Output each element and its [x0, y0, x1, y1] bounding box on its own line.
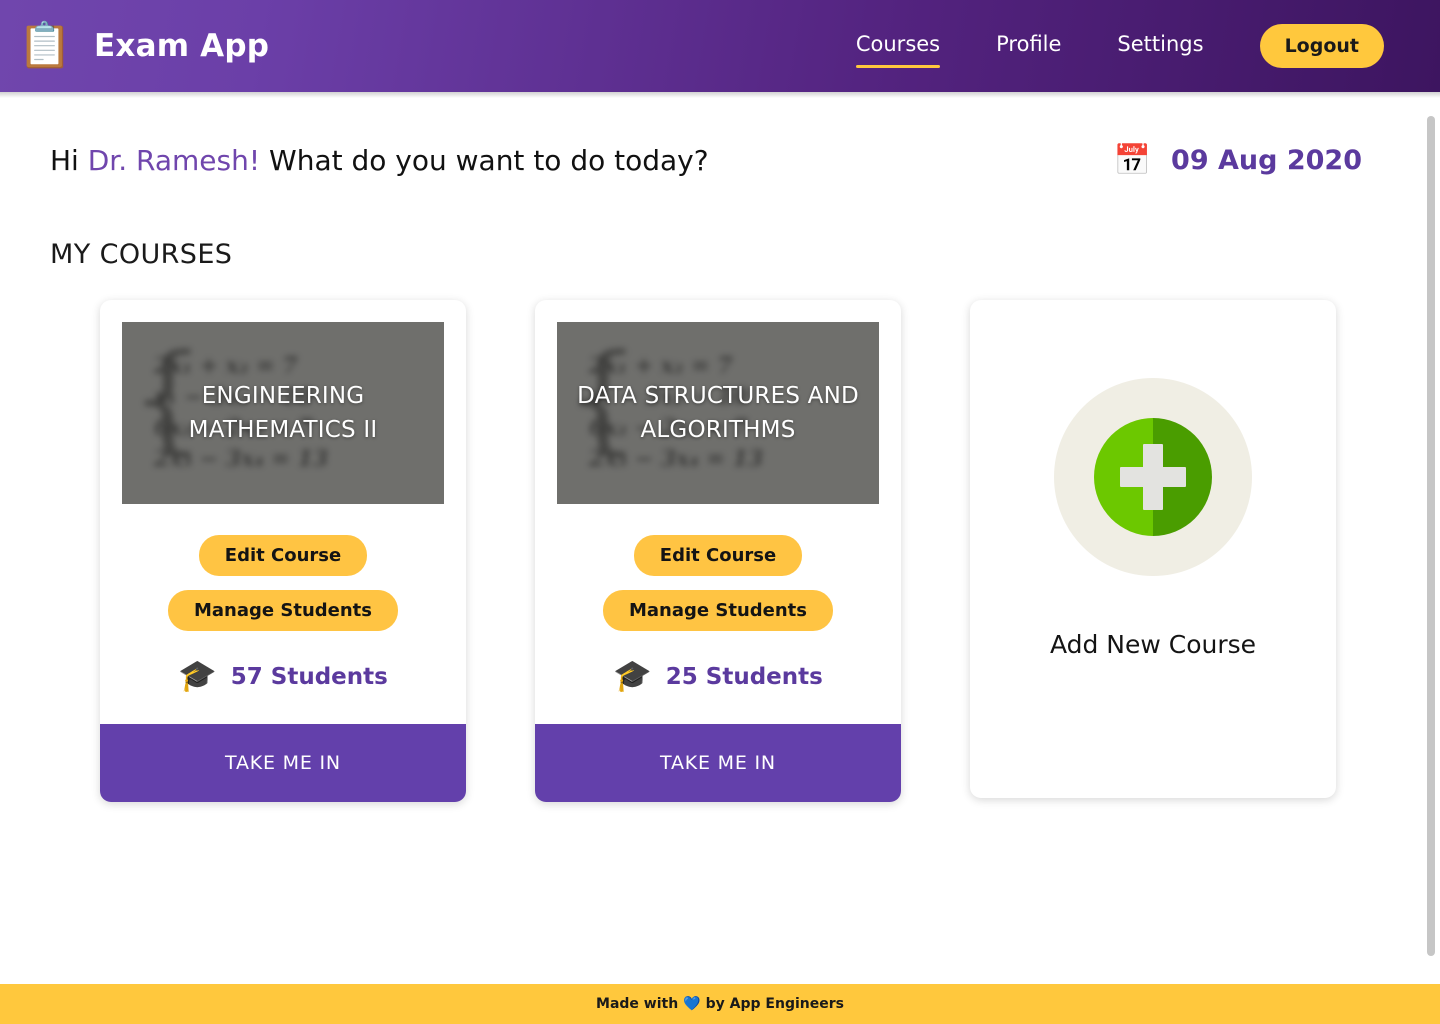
nav-item-settings[interactable]: Settings: [1117, 28, 1203, 65]
edit-course-button[interactable]: Edit Course: [633, 535, 803, 576]
greeting-question: What do you want to do today?: [260, 144, 709, 177]
logout-button[interactable]: Logout: [1259, 24, 1384, 68]
current-date: 📅 09 Aug 2020: [1114, 145, 1362, 176]
student-count-label: 57 Students: [230, 663, 388, 690]
course-card-body: { 2x₁ + x₂ = 7 x₁ − 3x₃ − 10 6x₂ − 2x₃ =…: [535, 300, 901, 724]
course-card-grid: { 2x₁ + x₂ = 7 x₁ − 3x₃ − 10 6x₂ − 2x₃ =…: [100, 300, 1440, 802]
take-me-in-button[interactable]: TAKE ME IN: [100, 724, 466, 802]
nav-item-profile[interactable]: Profile: [996, 28, 1061, 65]
course-card[interactable]: { 2x₁ + x₂ = 7 x₁ − 3x₃ − 10 6x₂ − 2x₃ =…: [100, 300, 466, 802]
graduation-cap-icon: 🎓: [178, 658, 217, 694]
add-new-course-card[interactable]: Add New Course: [970, 300, 1336, 798]
app-header: 📋 Exam App Courses Profile Settings Logo…: [0, 0, 1440, 92]
course-title: DATA STRUCTURES AND ALGORITHMS: [577, 382, 859, 444]
student-count-label: 25 Students: [665, 663, 823, 690]
header-shadow: [0, 92, 1440, 98]
blue-heart-icon: 💙: [683, 996, 701, 1012]
page-content: Hi Dr. Ramesh! What do you want to do to…: [0, 94, 1440, 984]
main-navigation: Courses Profile Settings Logout: [855, 24, 1440, 68]
plus-circle-icon[interactable]: [1094, 418, 1212, 536]
course-title: ENGINEERING MATHEMATICS II: [188, 382, 378, 444]
clipboard-icon: 📋: [17, 20, 73, 71]
greeting-user-name: Dr. Ramesh!: [87, 144, 261, 177]
course-thumbnail: { 2x₁ + x₂ = 7 x₁ − 3x₃ − 10 6x₂ − 2x₃ =…: [122, 322, 444, 504]
student-count: 🎓 25 Students: [613, 661, 823, 692]
scrollbar-thumb[interactable]: [1427, 116, 1435, 956]
section-title-my-courses: MY COURSES: [50, 239, 233, 270]
brand: 📋 Exam App: [18, 16, 269, 76]
manage-students-button[interactable]: Manage Students: [603, 590, 833, 631]
calendar-icon: 📅: [1113, 142, 1152, 178]
course-card[interactable]: { 2x₁ + x₂ = 7 x₁ − 3x₃ − 10 6x₂ − 2x₃ =…: [535, 300, 901, 802]
course-card-body: { 2x₁ + x₂ = 7 x₁ − 3x₃ − 10 6x₂ − 2x₃ =…: [100, 300, 466, 724]
edit-course-button[interactable]: Edit Course: [198, 535, 368, 576]
greeting-text: Hi Dr. Ramesh! What do you want to do to…: [50, 144, 709, 177]
footer-suffix: by App Engineers: [705, 996, 844, 1012]
site-footer: Made with 💙 by App Engineers: [0, 984, 1440, 1024]
manage-students-button[interactable]: Manage Students: [168, 590, 398, 631]
greeting-row: Hi Dr. Ramesh! What do you want to do to…: [0, 94, 1440, 177]
app-title: Exam App: [94, 28, 270, 64]
nav-item-courses[interactable]: Courses: [855, 28, 941, 68]
course-thumbnail: { 2x₁ + x₂ = 7 x₁ − 3x₃ − 10 6x₂ − 2x₃ =…: [557, 322, 879, 504]
greeting-prefix: Hi: [50, 144, 88, 177]
vertical-scrollbar[interactable]: [1423, 94, 1440, 984]
footer-prefix: Made with: [596, 996, 679, 1012]
date-value: 09 Aug 2020: [1171, 145, 1362, 176]
student-count: 🎓 57 Students: [178, 661, 388, 692]
graduation-cap-icon: 🎓: [613, 658, 652, 694]
add-icon-halo: [1054, 378, 1252, 576]
take-me-in-button[interactable]: TAKE ME IN: [535, 724, 901, 802]
add-new-course-label: Add New Course: [1049, 630, 1257, 659]
